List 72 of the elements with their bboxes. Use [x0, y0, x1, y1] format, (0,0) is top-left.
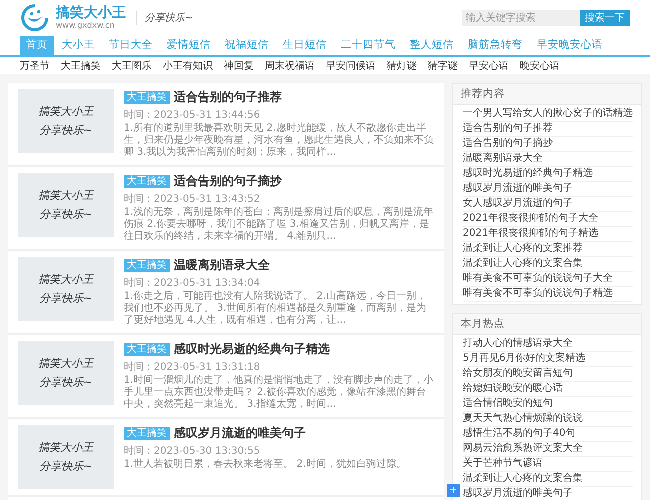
sidebar-link[interactable]: 一个男人写给女人的揪心窝子的话精选 [463, 107, 633, 122]
sidebar-link[interactable]: 给媳妇说晚安的暖心话 [463, 382, 633, 397]
subnav-link[interactable]: 猜灯谜 [387, 58, 417, 72]
sidebar-link[interactable]: 适合情侣晚安的短句 [463, 397, 633, 412]
sidebar-link[interactable]: 唯有美食不可辜负的说说句子大全 [463, 272, 633, 287]
article-title[interactable]: 适合告别的句子摘抄 [174, 173, 282, 190]
subnav-link[interactable]: 小王有知识 [163, 58, 213, 72]
subnav-link[interactable]: 周末祝福语 [265, 58, 315, 72]
article-excerpt: 1.浅的无奈，离别是陈年的苍白；离别是擦肩过后的叹息，离别是流年伤痕 2.你要去哪呀，我们不能路了喔 3.相逢又告别，归帆又离岸，是往日欢乐的终结，未来幸福的开端。 4.離别只... [124, 207, 434, 243]
article-excerpt: 1.你走之后，可能再也没有人陪我说话了。 2.山高路远，今日一别，我们也不必再见了。 3.世间所有的相遇都是久别重逢，而离别，是为了更好地遇见 4.人生，既有相遇，也有分离，让... [124, 291, 428, 327]
panel-header: 本月热点 [453, 314, 641, 335]
sidebar-link[interactable]: 5月再见6月你好的文案精选 [463, 352, 633, 367]
sidebar-link[interactable]: 感叹岁月流逝的唯美句子 [463, 487, 633, 500]
sidebar-link[interactable]: 2021年很丧很抑郁的句子大全 [463, 212, 633, 227]
subnav-link[interactable]: 大王图乐 [112, 58, 152, 72]
thumbnail[interactable]: 搞笑大小王 分享快乐~ [18, 341, 114, 405]
sidebar-link[interactable]: 适合告别的句子摘抄 [463, 137, 633, 152]
logo-title: 搞笑大小王 [56, 6, 126, 20]
subnav-link[interactable]: 早安心语 [469, 58, 509, 72]
article-excerpt: 1.所有的道别里我最喜欢明天见 2.愿时光能缓，故人不散愿你走出半生，归来仍是少年夜晚有星，河水有鱼，愿此生遇良人，不负如来不负卿 3.我以为我害怕离别的时刻；原来，我同样... [124, 123, 434, 159]
subnav-link[interactable]: 晚安心语 [520, 58, 560, 72]
sidebar-link[interactable]: 给女朋友的晚安留言短句 [463, 367, 633, 382]
article-title[interactable]: 感叹时光易逝的经典句子精选 [174, 341, 330, 358]
thumbnail-text: 搞笑大小王 [38, 188, 94, 203]
thumbnail[interactable]: 搞笑大小王 分享快乐~ [18, 173, 114, 237]
subnav-link[interactable]: 大王搞笑 [61, 58, 101, 72]
article-excerpt: 1.时间一溜烟儿的走了，他真的是悄悄地走了，没有脚步声的走了，小手儿里一点东西也没带走吗？ 2.被你喜欢的感觉，像站在漆黑的舞台中央，突然亮起一束追光。 3.指缝太宽，时间... [124, 375, 434, 411]
thumbnail-text: 分享快乐~ [39, 207, 93, 222]
sidebar-link[interactable]: 感叹岁月流逝的唯美句子 [463, 182, 633, 197]
sidebar-link[interactable]: 感悟生活不易的句子40句 [463, 427, 633, 442]
logo-url: www.gxdxw.cn [56, 22, 116, 30]
thumbnail-text: 分享快乐~ [39, 459, 93, 474]
sidebar-link[interactable]: 女人感叹岁月流逝的句子 [463, 197, 633, 212]
thumbnail[interactable]: 搞笑大小王 分享快乐~ [18, 89, 114, 153]
sidebar-link[interactable]: 温柔到让人心疼的文案合集 [463, 472, 633, 487]
thumbnail-text: 分享快乐~ [39, 375, 93, 390]
article-time: 时间：2023-05-30 13:30:55 [124, 444, 262, 458]
sidebar-link[interactable]: 唯有美食不可辜负的说说句子精选 [463, 287, 633, 302]
article-time: 时间：2023-05-31 13:34:04 [124, 276, 262, 290]
article-time: 时间：2023-05-31 13:43:52 [124, 192, 262, 206]
article-title[interactable]: 感叹岁月流逝的唯美句子 [174, 425, 306, 442]
sidebar-link[interactable]: 感叹时光易逝的经典句子精选 [463, 167, 633, 182]
thumbnail-text: 分享快乐~ [39, 123, 93, 138]
article-title[interactable]: 适合告别的句子推荐 [174, 89, 282, 106]
article-time: 时间：2023-05-31 13:44:56 [124, 108, 262, 122]
thumbnail-text: 搞笑大小王 [38, 272, 94, 287]
article-time: 时间：2023-05-31 13:31:18 [124, 360, 262, 374]
thumbnail[interactable]: 搞笑大小王 分享快乐~ [18, 425, 114, 489]
sidebar-link[interactable]: 温柔到让人心疼的文案推荐 [463, 242, 633, 257]
article-title[interactable]: 温暖离别语录大全 [174, 257, 270, 274]
thumbnail[interactable]: 搞笑大小王 分享快乐~ [18, 257, 114, 321]
sidebar-link[interactable]: 温暖离别语录大全 [463, 152, 633, 167]
article-excerpt: 1.世人若被明日累，春去秋来老将至。 2.时间，犹如白驹过隙。 [124, 459, 406, 471]
sidebar-link[interactable]: 网易云治愈系热评文案大全 [463, 442, 633, 457]
sidebar-link[interactable]: 温柔到让人心疼的文案合集 [463, 257, 633, 272]
subnav-link[interactable]: 早安问候语 [326, 58, 376, 72]
thumbnail-text: 搞笑大小王 [38, 104, 94, 119]
sidebar-link[interactable]: 关于芒种节气谚语 [463, 457, 633, 472]
logo-icon [20, 3, 50, 33]
slogan: 分享快乐~ [136, 11, 194, 25]
sidebar-link[interactable]: 2021年很丧很抑郁的句子精选 [463, 227, 633, 242]
subnav-link[interactable]: 猜字谜 [428, 58, 458, 72]
subnav-link[interactable]: 神回复 [224, 58, 254, 72]
panel-header: 推荐内容 [453, 84, 641, 105]
search-field[interactable]: 输入关键字搜索 [462, 10, 580, 26]
thumbnail-text: 搞笑大小王 [38, 356, 94, 371]
subnav-link[interactable]: 万圣节 [20, 58, 50, 72]
sidebar-link[interactable]: 打动人心的情感语录大全 [463, 337, 633, 352]
thumbnail-text: 分享快乐~ [39, 291, 93, 306]
sidebar-link[interactable]: 夏天天气热心情烦躁的说说 [463, 412, 633, 427]
thumbnail-text: 搞笑大小王 [38, 440, 94, 455]
sidebar-link[interactable]: 适合告别的句子推荐 [463, 122, 633, 137]
